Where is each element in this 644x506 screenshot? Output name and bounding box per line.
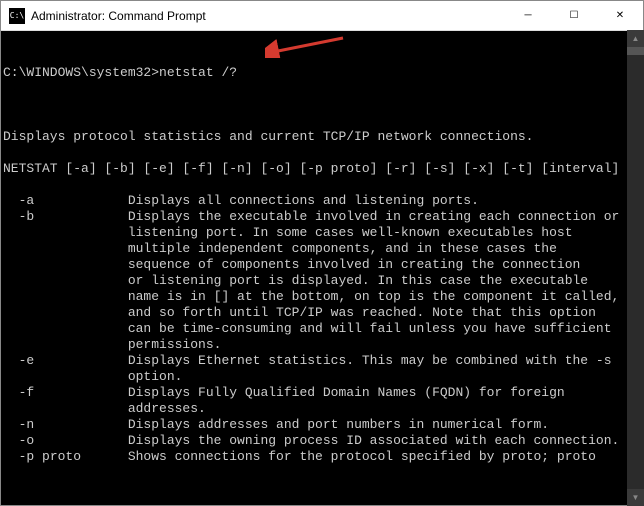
window-title: Administrator: Command Prompt	[31, 9, 505, 23]
prompt-path: C:\WINDOWS\system32>	[3, 65, 159, 80]
cmd-icon: C:\	[9, 8, 25, 24]
scroll-up-button[interactable]: ▲	[627, 30, 644, 47]
close-button[interactable]: ✕	[597, 1, 643, 30]
terminal-output[interactable]: C:\WINDOWS\system32>netstat /? Displays …	[1, 31, 643, 505]
command-output: Displays protocol statistics and current…	[3, 129, 641, 465]
minimize-button[interactable]: ─	[505, 1, 551, 30]
window-controls: ─ ☐ ✕	[505, 1, 643, 30]
command-text: netstat /?	[159, 65, 237, 80]
scroll-thumb[interactable]	[627, 47, 644, 55]
titlebar: C:\ Administrator: Command Prompt ─ ☐ ✕	[1, 1, 643, 31]
scroll-down-button[interactable]: ▼	[627, 489, 644, 506]
prompt-line: C:\WINDOWS\system32>netstat /?	[3, 65, 641, 81]
maximize-button[interactable]: ☐	[551, 1, 597, 30]
vertical-scrollbar[interactable]: ▲ ▼	[627, 30, 644, 506]
scroll-track[interactable]	[627, 47, 644, 489]
